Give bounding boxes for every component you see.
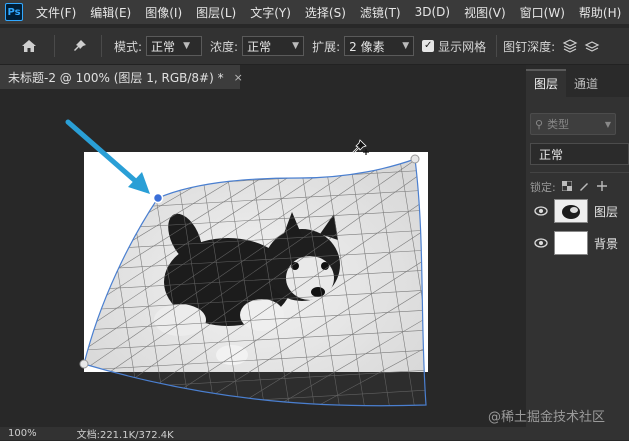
density-value: 正常 xyxy=(247,39,272,54)
pin-selected xyxy=(152,192,164,204)
menu-3d[interactable]: 3D(D) xyxy=(408,5,457,19)
tab-channels[interactable]: 通道 xyxy=(566,71,606,97)
layer-row[interactable]: 背景 xyxy=(526,228,629,258)
blend-mode-value: 正常 xyxy=(539,147,564,162)
layer-filter-search[interactable]: ⚲ 类型 ▼ xyxy=(530,113,616,135)
density-dropdown[interactable]: 正常 ▼ xyxy=(242,36,305,56)
home-icon[interactable] xyxy=(18,35,40,57)
divider xyxy=(101,35,102,57)
lock-position-icon[interactable] xyxy=(596,180,608,195)
layer-thumbnail-background xyxy=(554,231,588,255)
mode-label: 模式: xyxy=(114,39,143,54)
lock-label: 锁定: xyxy=(530,181,556,194)
options-bar: 模式: 正常 ▼ 浓度: 正常 ▼ 扩展: 2 像素 ▼ ✓ 显示网格 图钉深度… xyxy=(0,28,629,65)
status-bar: 100% 文档:221.1K/372.4K xyxy=(0,427,629,441)
menu-edit[interactable]: 编辑(E) xyxy=(83,4,138,21)
mode-dropdown[interactable]: 正常 ▼ xyxy=(146,36,203,56)
layer-name: 图层 xyxy=(594,204,619,219)
layer-thumbnail-puppy xyxy=(554,199,588,223)
menu-window[interactable]: 窗口(W) xyxy=(513,4,572,21)
lock-transparent-icon[interactable] xyxy=(561,180,573,194)
search-placeholder: 类型 xyxy=(547,118,570,131)
canvas-artwork xyxy=(65,119,428,407)
pin xyxy=(79,359,89,369)
document-tab[interactable]: 未标题-2 @ 100% (图层 1, RGB/8#) * × xyxy=(0,65,243,89)
eye-icon[interactable] xyxy=(534,204,548,218)
zoom-level[interactable]: 100% xyxy=(8,428,37,439)
menu-image[interactable]: 图像(I) xyxy=(138,4,189,21)
density-label: 浓度: xyxy=(210,39,239,54)
lock-row: 锁定: xyxy=(530,172,629,197)
document-size: 文档:221.1K/372.4K xyxy=(76,430,174,441)
layer-name: 背景 xyxy=(594,236,619,251)
menu-select[interactable]: 选择(S) xyxy=(298,4,353,21)
pin-backward-icon[interactable] xyxy=(581,35,603,57)
layers-panel: 图层 通道 ⚲ 类型 ▼ 正常 锁定: 图层 背景 xyxy=(526,65,629,427)
watermark: @稀土掘金技术社区 xyxy=(488,410,606,425)
mode-value: 正常 xyxy=(151,39,176,54)
menu-file[interactable]: 文件(F) xyxy=(29,4,83,21)
show-mesh-checkbox[interactable]: ✓ xyxy=(422,40,435,52)
pin-forward-icon[interactable] xyxy=(559,35,581,57)
document-title: 未标题-2 @ 100% (图层 1, RGB/8#) * xyxy=(8,70,224,85)
layer-row[interactable]: 图层 xyxy=(526,196,629,226)
close-icon[interactable]: × xyxy=(234,71,243,84)
expand-label: 扩展: xyxy=(312,39,341,54)
canvas-area[interactable] xyxy=(0,89,520,427)
chevron-down-icon: ▼ xyxy=(402,41,410,51)
menu-view[interactable]: 视图(V) xyxy=(457,4,513,21)
show-mesh-label: 显示网格 xyxy=(438,39,487,54)
eye-icon[interactable] xyxy=(534,236,548,250)
chevron-down-icon: ▼ xyxy=(604,119,611,129)
menu-help[interactable]: 帮助(H) xyxy=(572,4,628,21)
pin-depth-label: 图钉深度: xyxy=(503,39,556,54)
document-tab-bar: 未标题-2 @ 100% (图层 1, RGB/8#) * × xyxy=(0,65,520,89)
menu-type[interactable]: 文字(Y) xyxy=(243,4,298,21)
photoshop-logo[interactable]: Ps xyxy=(5,3,23,21)
panel-tabs: 图层 通道 xyxy=(526,65,629,97)
chevron-down-icon: ▼ xyxy=(183,41,190,51)
pin xyxy=(410,154,420,164)
menu-layer[interactable]: 图层(L) xyxy=(189,4,243,21)
expand-value: 2 像素 xyxy=(349,39,385,54)
blend-mode-dropdown[interactable]: 正常 xyxy=(530,143,629,165)
menu-filter[interactable]: 滤镜(T) xyxy=(353,4,408,21)
menu-bar: Ps 文件(F) 编辑(E) 图像(I) 图层(L) 文字(Y) 选择(S) 滤… xyxy=(0,0,629,24)
chevron-down-icon: ▼ xyxy=(292,41,300,51)
tab-layers[interactable]: 图层 xyxy=(526,69,567,97)
divider xyxy=(54,35,55,57)
search-icon: ⚲ xyxy=(535,117,544,131)
divider xyxy=(496,35,498,57)
lock-pixels-icon[interactable] xyxy=(578,180,590,195)
expand-dropdown[interactable]: 2 像素 ▼ xyxy=(344,36,415,56)
puppet-pin-tool-icon[interactable] xyxy=(69,35,91,57)
